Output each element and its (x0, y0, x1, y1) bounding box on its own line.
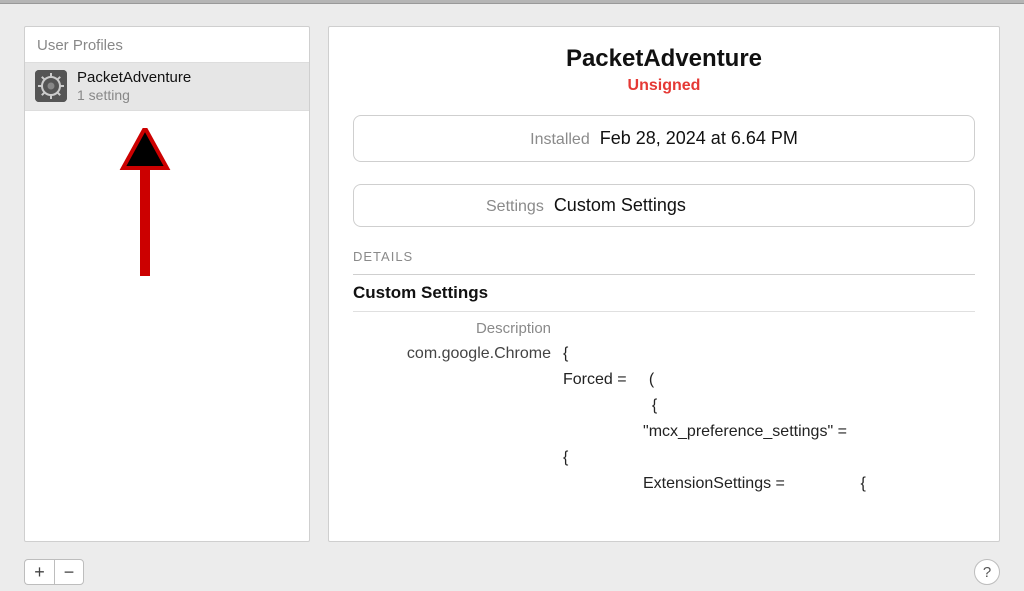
code-line-1: { (563, 345, 975, 363)
code-line-3: { (563, 397, 975, 415)
settings-value: Custom Settings (554, 195, 686, 216)
installed-info-box: Installed Feb 28, 2024 at 6.64 PM (353, 115, 975, 162)
code-line-2: Forced = ( (563, 371, 975, 389)
description-label: Description (353, 320, 563, 337)
profile-detail-panel: PacketAdventure Unsigned Installed Feb 2… (328, 26, 1000, 542)
help-button[interactable]: ? (974, 559, 1000, 585)
installed-value: Feb 28, 2024 at 6.64 PM (600, 128, 798, 149)
profiles-sidebar: User Profiles (24, 26, 310, 542)
installed-label: Installed (530, 131, 590, 149)
code-line-4: "mcx_preference_settings" = (563, 423, 975, 441)
footer-bar: + − ? (24, 559, 1000, 585)
settings-label: Settings (486, 198, 544, 216)
add-remove-buttons: + − (24, 559, 84, 585)
profile-title: PacketAdventure (353, 45, 975, 73)
domain-key: com.google.Chrome (353, 345, 563, 363)
profile-text: PacketAdventure 1 setting (77, 69, 191, 104)
details-header: DETAILS (353, 249, 975, 264)
code-line-6: ExtensionSettings = { (563, 475, 975, 493)
profile-name: PacketAdventure (77, 69, 191, 87)
profile-subtitle: 1 setting (77, 87, 191, 104)
code-line-5: { (563, 449, 975, 467)
details-box: Custom Settings Description com.google.C… (353, 274, 975, 493)
details-title: Custom Settings (353, 275, 975, 312)
content-container: User Profiles (0, 4, 1024, 550)
remove-button[interactable]: − (54, 559, 84, 585)
add-button[interactable]: + (24, 559, 54, 585)
gear-icon (35, 70, 67, 102)
profile-signed-status: Unsigned (353, 77, 975, 95)
settings-info-box: Settings Custom Settings (353, 184, 975, 227)
sidebar-header: User Profiles (25, 27, 309, 62)
profile-list-item[interactable]: PacketAdventure 1 setting (25, 62, 309, 111)
